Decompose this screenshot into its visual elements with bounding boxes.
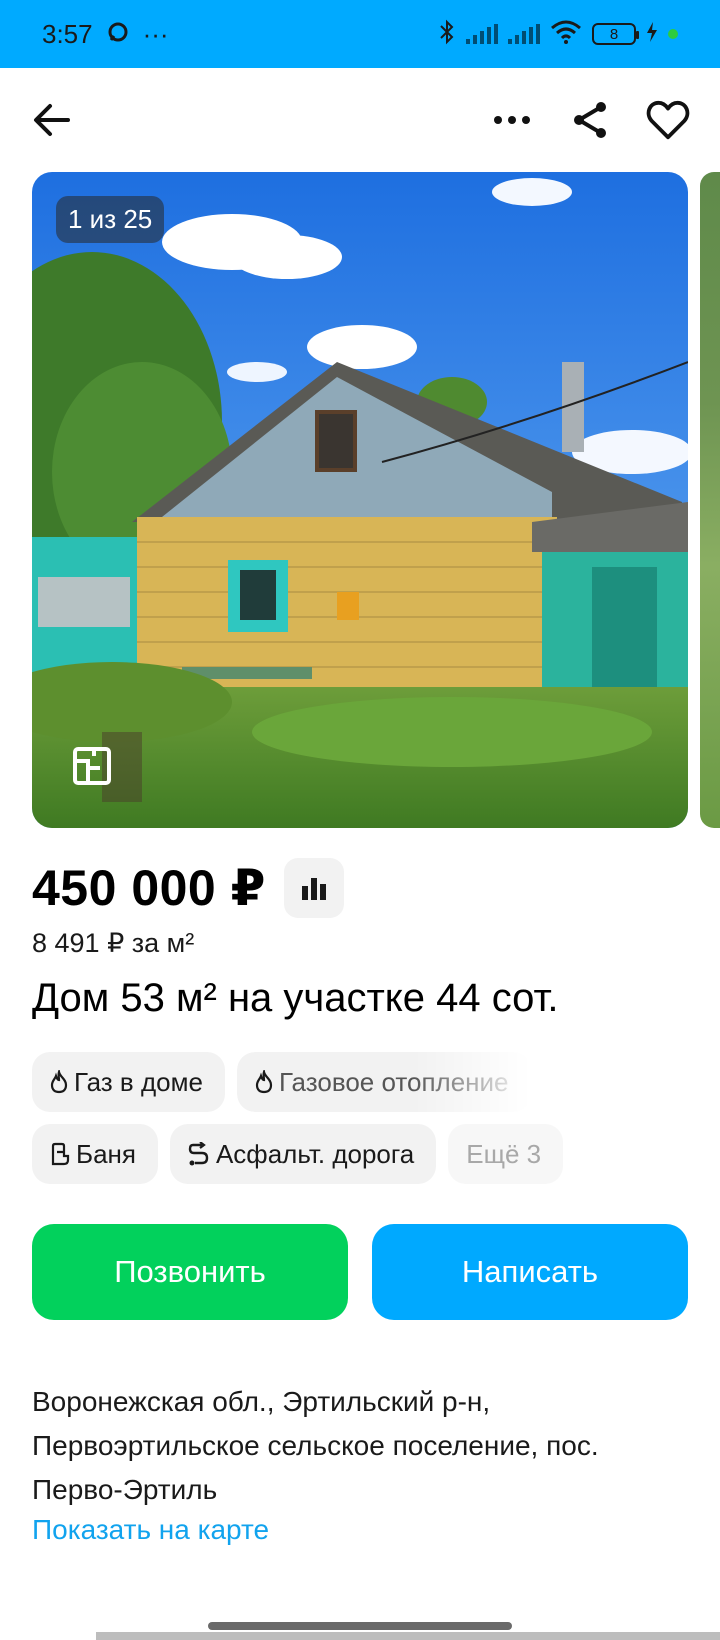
feature-chip-road[interactable]: Асфальт. дорога <box>169 1124 437 1184</box>
flame-icon <box>50 1070 68 1094</box>
bar-chart-icon <box>301 878 326 900</box>
feature-chip-gas-heating[interactable]: Газовое отопление <box>236 1052 531 1112</box>
feature-chip-more[interactable]: Ещё 3 <box>448 1124 564 1184</box>
call-button[interactable]: Позвонить <box>32 1224 348 1320</box>
price-per-square-meter: 8 491 ₽ за м² <box>32 928 195 958</box>
feature-label: Баня <box>76 1138 136 1169</box>
next-photo-peek[interactable] <box>700 172 720 828</box>
wifi-icon <box>550 20 582 49</box>
feature-label: Газовое отопление <box>278 1066 509 1097</box>
flame-icon <box>255 1070 273 1094</box>
address-line-2: Первоэртильское сельское поселение, пос. <box>32 1430 599 1461</box>
battery-icon: 8 <box>592 23 639 45</box>
status-bar: 3:57 ··· 8 <box>0 0 720 68</box>
top-toolbar <box>0 68 720 172</box>
features-row-2: Баня Асфальт. дорога Ещё 3 <box>32 1124 692 1184</box>
photo-gallery[interactable] <box>32 172 688 828</box>
battery-level: 8 <box>609 25 619 43</box>
contact-actions: Позвонить Написать <box>32 1224 688 1320</box>
charging-icon <box>646 21 658 47</box>
bath-icon <box>51 1142 70 1166</box>
address-line-3: Перво-Эртиль <box>32 1474 218 1505</box>
heart-icon[interactable] <box>646 98 690 142</box>
bottom-divider <box>96 1632 720 1640</box>
road-icon <box>188 1142 209 1166</box>
signal-1-icon <box>466 24 498 44</box>
chat-bubble-icon <box>107 19 129 50</box>
feature-chip-bath[interactable]: Баня <box>32 1124 158 1184</box>
feature-label: Газ в доме <box>74 1066 203 1097</box>
photo-counter: 1 из 25 <box>56 196 165 243</box>
home-indicator[interactable] <box>208 1622 512 1630</box>
back-arrow-icon[interactable] <box>30 98 74 142</box>
write-message-button[interactable]: Написать <box>372 1224 688 1320</box>
show-on-map-link[interactable]: Показать на карте <box>32 1514 269 1546</box>
feature-label: Асфальт. дорога <box>215 1138 415 1169</box>
house-photo <box>32 172 688 828</box>
price-row: 450 000 ₽ <box>32 858 344 918</box>
address-line-1: Воронежская обл., Эртильский р-н, <box>32 1386 491 1417</box>
address: Воронежская обл., Эртильский р-н, Первоэ… <box>32 1380 692 1512</box>
charging-indicator-dot <box>668 29 678 39</box>
status-time: 3:57 <box>42 18 93 49</box>
bluetooth-icon <box>438 19 456 50</box>
feature-chip-gas[interactable]: Газ в доме <box>32 1052 225 1112</box>
floor-plan-icon[interactable] <box>72 746 112 786</box>
price: 450 000 ₽ <box>32 860 266 916</box>
price-stats-button[interactable] <box>283 858 344 918</box>
feature-more-label: Ещё 3 <box>466 1138 542 1169</box>
share-icon[interactable] <box>568 98 612 142</box>
signal-2-icon <box>508 24 540 44</box>
more-dots-icon[interactable] <box>490 98 534 142</box>
features-row-1: Газ в доме Газовое отопление <box>32 1052 692 1112</box>
status-more-text: ··· <box>142 18 169 49</box>
listing-title: Дом 53 м² на участке 44 сот. <box>32 976 559 1020</box>
